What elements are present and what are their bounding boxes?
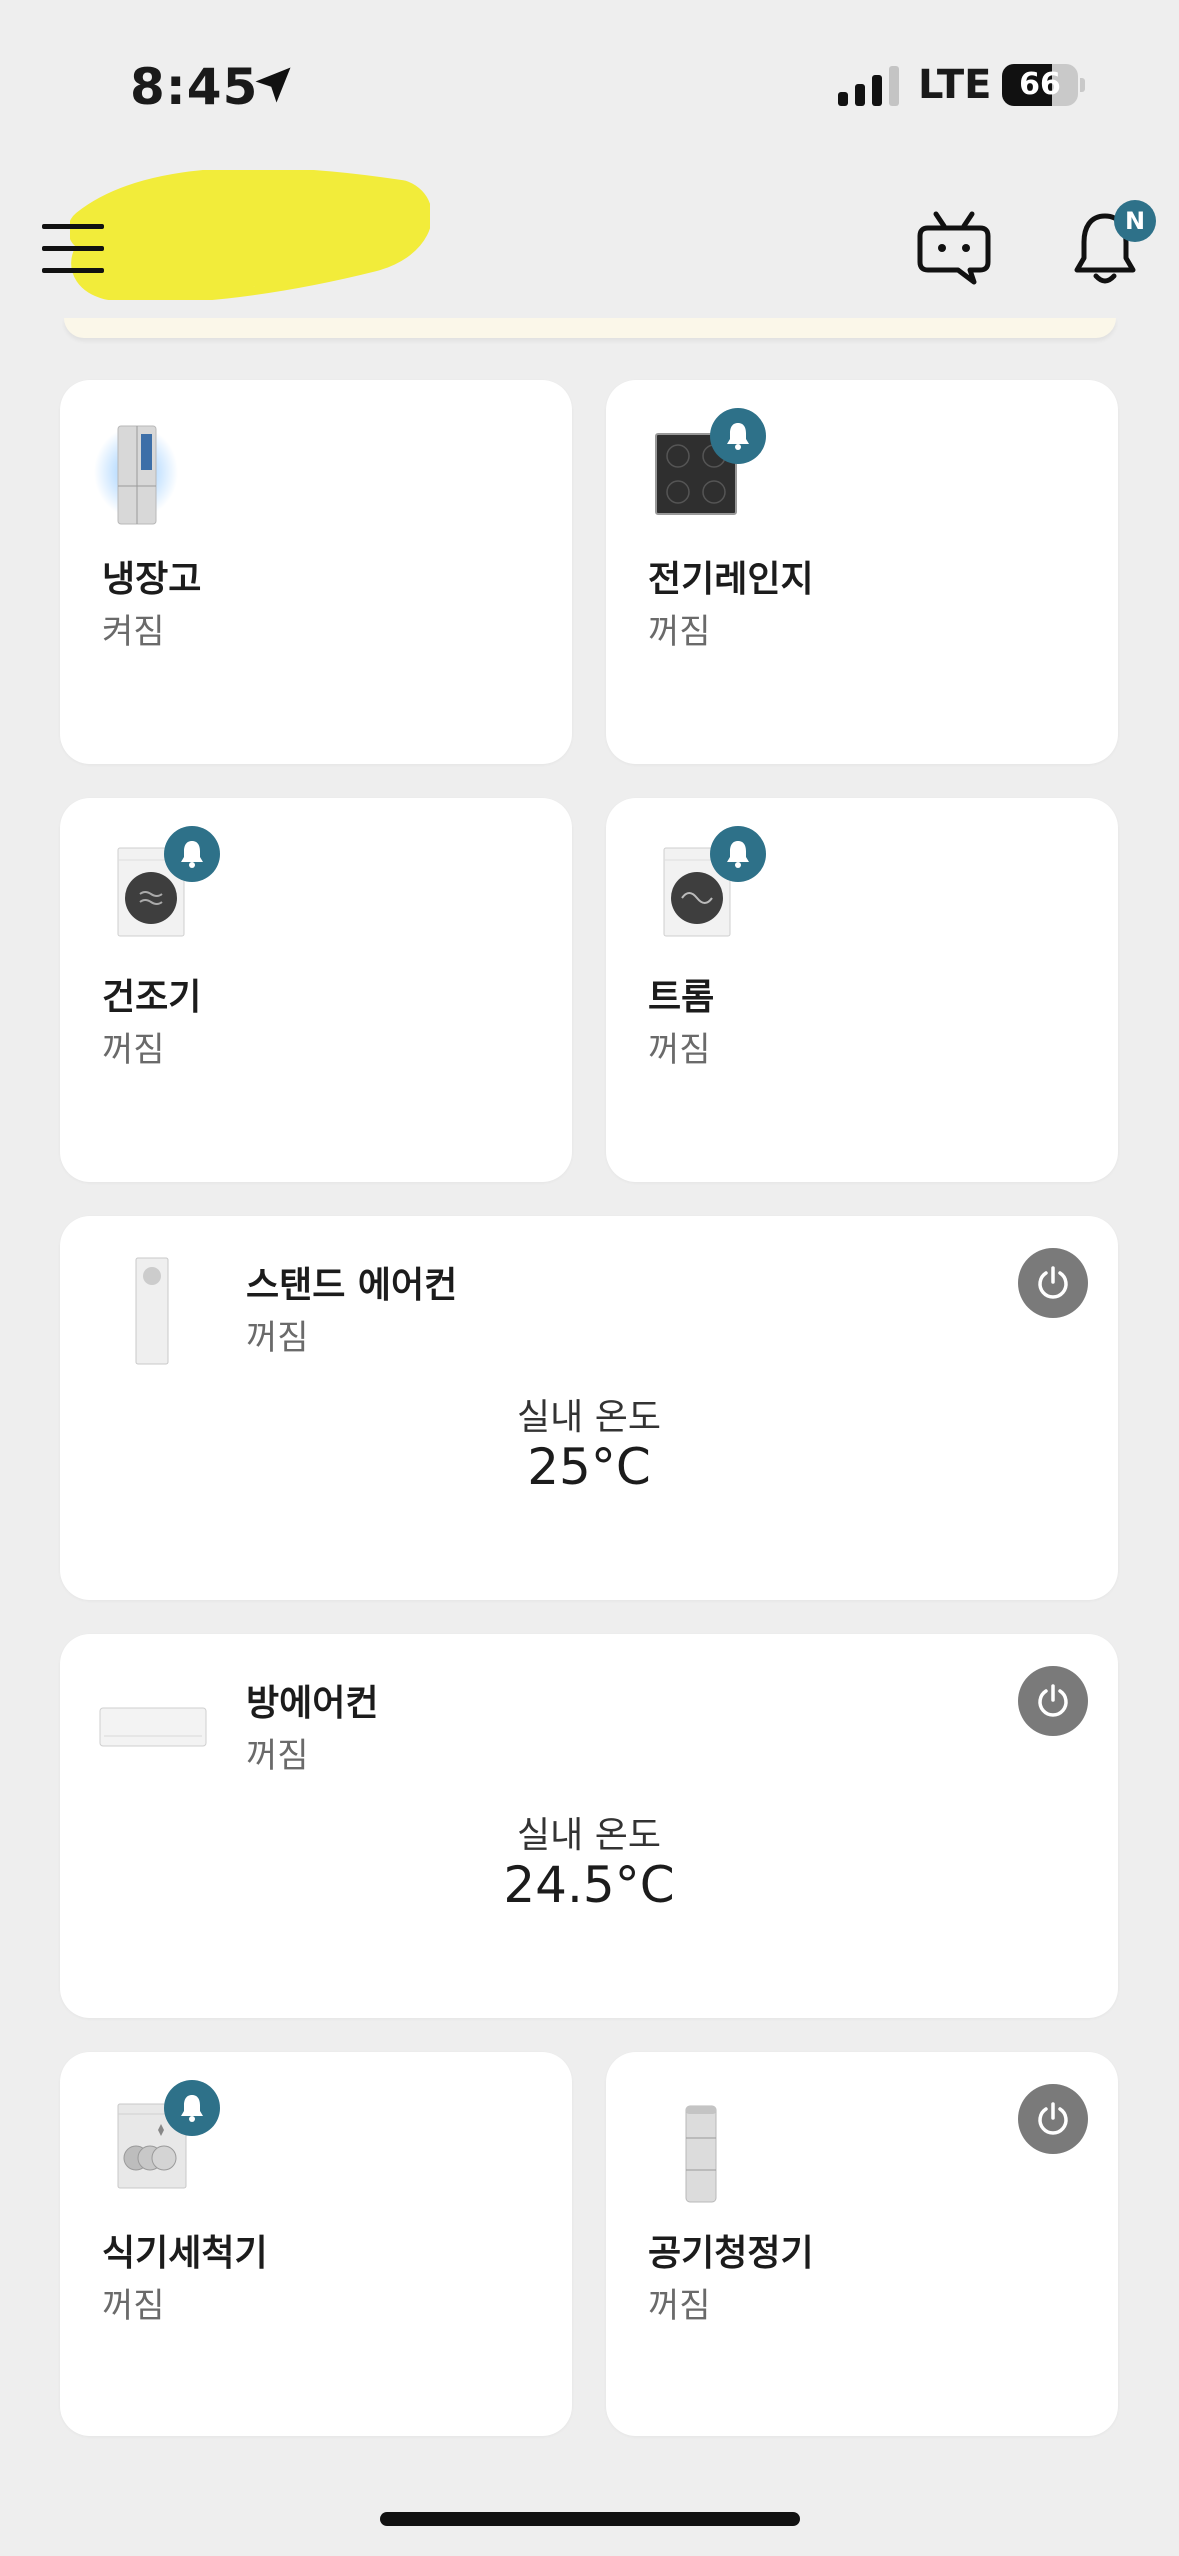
indoor-temp-label: 실내 온도 (517, 1815, 661, 1856)
bell-icon (181, 2095, 203, 2122)
bell-icon (727, 423, 749, 450)
power-button[interactable] (1018, 1666, 1088, 1736)
power-button[interactable] (1018, 1248, 1088, 1318)
banner-card-edge (64, 318, 1116, 338)
device-card-standing-air-conditioner[interactable]: 스탠드 에어컨 꺼짐 실내 온도 25°C (60, 1216, 1118, 1600)
battery-percent: 66 (1019, 67, 1061, 102)
device-name: 냉장고 (102, 559, 202, 600)
cellular-signal-icon (838, 66, 899, 106)
device-status: 꺼짐 (102, 2286, 165, 2326)
device-name: 스탠드 에어컨 (246, 1265, 458, 1306)
device-status: 꺼짐 (246, 1736, 309, 1776)
alert-bell-badge (164, 826, 220, 882)
device-card-air-purifier[interactable]: 공기청정기 꺼짐 (606, 2052, 1118, 2436)
wall-air-conditioner-icon (99, 1707, 207, 1747)
alert-bell-badge (710, 826, 766, 882)
power-icon (1038, 1684, 1068, 1717)
chatbot-icon[interactable] (914, 206, 994, 286)
power-icon (1038, 2102, 1068, 2135)
device-status: 켜짐 (102, 612, 165, 652)
device-status: 꺼짐 (648, 1030, 711, 1070)
bell-icon (727, 841, 749, 868)
device-status: 꺼짐 (648, 2286, 711, 2326)
indoor-temp-label: 실내 온도 (517, 1397, 661, 1438)
device-card-washer[interactable]: 트롬 꺼짐 (606, 798, 1118, 1182)
hamburger-menu-icon[interactable] (42, 224, 104, 276)
device-status: 꺼짐 (648, 612, 711, 652)
device-card-dishwasher[interactable]: 식기세척기 꺼짐 (60, 2052, 572, 2436)
home-indicator[interactable] (380, 2512, 800, 2526)
app-header: N (0, 150, 1179, 330)
app-screen: 8:45 LTE 66 N 냉장고 켜짐 전기레인지 꺼짐 건조기 꺼짐 트롬 … (0, 0, 1179, 2556)
indoor-temp-value: 24.5°C (503, 1856, 675, 1914)
device-name: 전기레인지 (648, 559, 814, 600)
power-icon (1038, 1266, 1068, 1299)
indoor-temp-value: 25°C (527, 1438, 651, 1496)
standing-air-conditioner-icon (135, 1257, 169, 1365)
device-card-dryer[interactable]: 건조기 꺼짐 (60, 798, 572, 1182)
alert-bell-badge (710, 408, 766, 464)
device-name: 트롬 (648, 977, 715, 1018)
device-status: 꺼짐 (246, 1318, 309, 1358)
air-purifier-icon (685, 2105, 717, 2203)
device-name: 방에어컨 (246, 1683, 379, 1724)
notification-badge: N (1114, 200, 1156, 242)
battery-icon: 66 (1002, 64, 1085, 106)
refrigerator-icon (94, 425, 178, 525)
device-name: 공기청정기 (648, 2233, 814, 2274)
bell-icon (181, 841, 203, 868)
device-name: 건조기 (102, 977, 202, 1018)
redacted-home-name (70, 170, 430, 300)
device-card-wall-air-conditioner[interactable]: 방에어컨 꺼짐 실내 온도 24.5°C (60, 1634, 1118, 2018)
location-arrow-icon (255, 67, 291, 103)
status-time: 8:45 (130, 58, 259, 116)
network-type: LTE (918, 62, 992, 108)
power-button[interactable] (1018, 2084, 1088, 2154)
device-status: 꺼짐 (102, 1030, 165, 1070)
status-bar: 8:45 LTE 66 (0, 0, 1179, 150)
device-name: 식기세척기 (102, 2233, 268, 2274)
alert-bell-badge (164, 2080, 220, 2136)
device-card-refrigerator[interactable]: 냉장고 켜짐 (60, 380, 572, 764)
device-card-electric-range[interactable]: 전기레인지 꺼짐 (606, 380, 1118, 764)
